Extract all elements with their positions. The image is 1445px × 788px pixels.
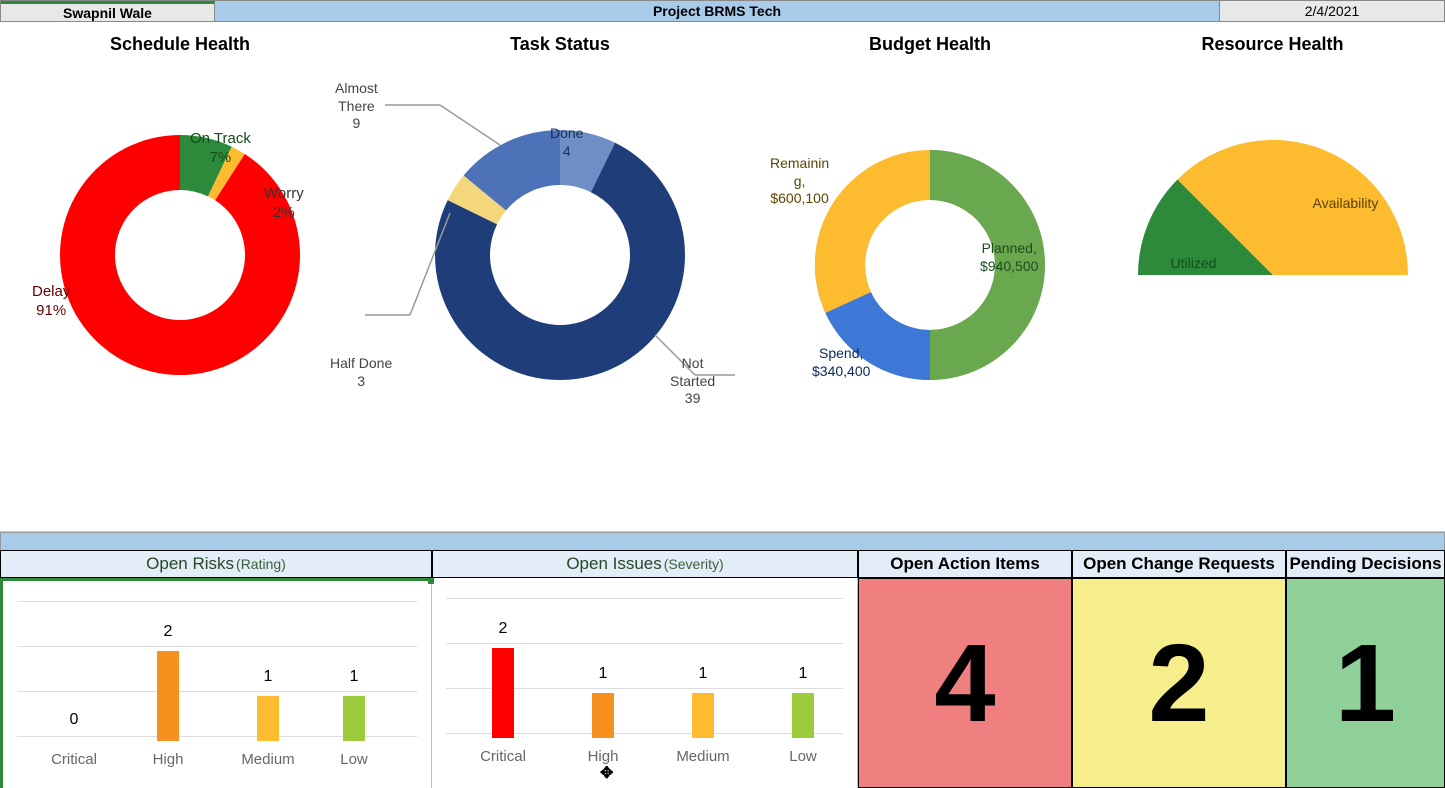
issues-v2: 1 bbox=[673, 665, 733, 683]
taskstatus-notstarted-label: Not Started 39 bbox=[670, 355, 715, 408]
header-project: Project BRMS Tech bbox=[215, 1, 1220, 21]
taskstatus-halfdone-label: Half Done 3 bbox=[330, 355, 392, 390]
risks-cat-critical: Critical bbox=[34, 751, 114, 768]
bottom-headers: Open Risks (Rating) Open Issues (Severit… bbox=[0, 550, 1445, 578]
resource-health-panel: Resource Health Utilized Availability bbox=[1100, 22, 1445, 531]
risks-cat-high: High bbox=[128, 751, 208, 768]
issues-bar-medium bbox=[692, 693, 714, 738]
issues-v0: 2 bbox=[473, 620, 533, 638]
schedule-delay-label: Delay 91% bbox=[32, 283, 70, 321]
risks-cat-medium: Medium bbox=[228, 751, 308, 768]
risks-bar-low bbox=[343, 696, 365, 741]
issues-v1: 1 bbox=[573, 665, 633, 683]
action-items-tile: 4 bbox=[858, 578, 1072, 788]
schedule-title: Schedule Health bbox=[0, 22, 360, 55]
risks-v1: 2 bbox=[138, 623, 198, 641]
issues-cat-medium: Medium bbox=[663, 748, 743, 765]
schedule-health-panel: Schedule Health Delay 91% On Track 7% Wo… bbox=[0, 22, 360, 531]
taskstatus-donut: Almost There 9 Done 4 Half Done 3 Not St… bbox=[360, 45, 760, 485]
budget-health-panel: Budget Health Remainin g, $600,100 Plann… bbox=[760, 22, 1100, 531]
risks-bar-medium bbox=[257, 696, 279, 741]
pending-header: Pending Decisions bbox=[1286, 550, 1445, 578]
risks-v2: 1 bbox=[238, 668, 298, 686]
bottom-body: 0 2 1 1 Critical High Medium Low 2 1 1 1 bbox=[0, 578, 1445, 788]
issues-bar-high bbox=[592, 693, 614, 738]
budget-planned-label: Planned, $940,500 bbox=[980, 240, 1038, 275]
resource-semi: Utilized Availability bbox=[1123, 85, 1423, 345]
taskstatus-almost-label: Almost There 9 bbox=[335, 80, 378, 133]
issues-v3: 1 bbox=[773, 665, 833, 683]
risks-cat-low: Low bbox=[314, 751, 394, 768]
resource-title: Resource Health bbox=[1100, 22, 1445, 55]
risks-chart: 0 2 1 1 Critical High Medium Low bbox=[0, 578, 432, 788]
action-header: Open Action Items bbox=[858, 550, 1072, 578]
schedule-donut: Delay 91% On Track 7% Worry 2% bbox=[40, 55, 320, 435]
change-requests-tile: 2 bbox=[1072, 578, 1286, 788]
bottom-separator-bar bbox=[0, 532, 1445, 550]
schedule-worry-label: Worry 2% bbox=[264, 185, 304, 223]
issues-header: Open Issues (Severity) bbox=[432, 550, 858, 578]
issues-chart: 2 1 1 1 Critical High Medium Low ✥ bbox=[432, 578, 858, 788]
change-header: Open Change Requests bbox=[1072, 550, 1286, 578]
risks-bar-high bbox=[157, 651, 179, 741]
issues-cat-critical: Critical bbox=[463, 748, 543, 765]
risks-v0: 0 bbox=[44, 711, 104, 729]
header-date: 2/4/2021 bbox=[1220, 1, 1444, 21]
issues-bar-low bbox=[792, 693, 814, 738]
resource-utilized-label: Utilized bbox=[1171, 255, 1217, 273]
issues-bar-critical bbox=[492, 648, 514, 738]
cursor-cross-icon: ✥ bbox=[600, 763, 613, 783]
task-status-panel: Task Status bbox=[360, 22, 760, 531]
risks-header: Open Risks (Rating) bbox=[0, 550, 432, 578]
budget-spend-label: Spend, $340,400 bbox=[812, 345, 870, 380]
resource-availability-label: Availability bbox=[1313, 195, 1379, 213]
pending-decisions-tile: 1 bbox=[1286, 578, 1445, 788]
header-user: Swapnil Wale bbox=[1, 1, 215, 21]
issues-cat-low: Low bbox=[763, 748, 843, 765]
taskstatus-done-label: Done 4 bbox=[550, 125, 583, 160]
risks-v3: 1 bbox=[324, 668, 384, 686]
budget-title: Budget Health bbox=[760, 22, 1100, 55]
top-charts-row: Schedule Health Delay 91% On Track 7% Wo… bbox=[0, 22, 1445, 532]
header-bar: Swapnil Wale Project BRMS Tech 2/4/2021 bbox=[0, 0, 1445, 22]
budget-donut: Remainin g, $600,100 Planned, $940,500 S… bbox=[780, 55, 1080, 455]
budget-remaining-label: Remainin g, $600,100 bbox=[770, 155, 829, 208]
schedule-ontrack-label: On Track 7% bbox=[190, 130, 251, 168]
